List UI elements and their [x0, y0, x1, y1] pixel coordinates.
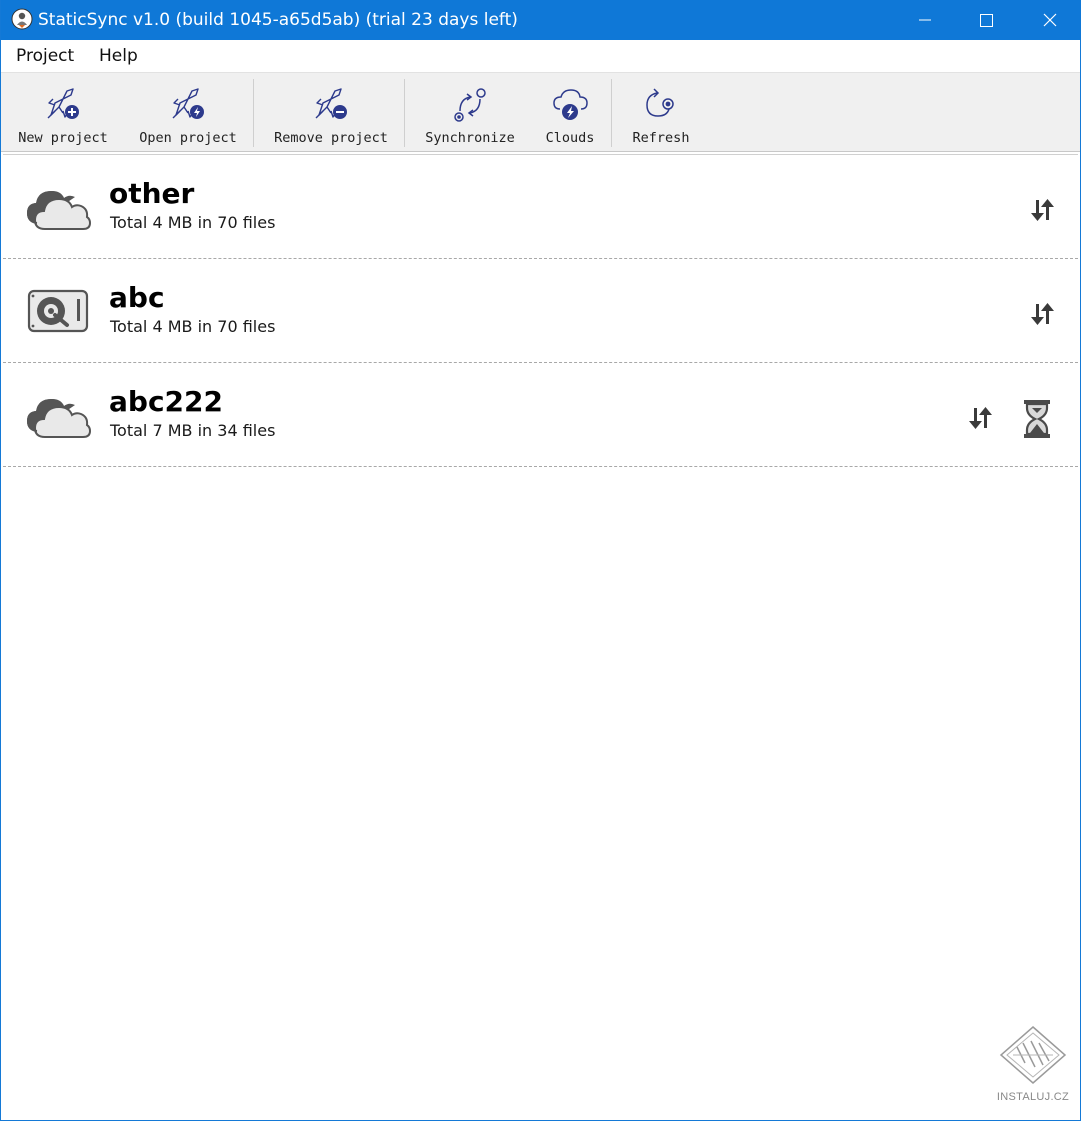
watermark-logo-icon	[999, 1026, 1067, 1084]
maximize-icon	[980, 14, 993, 27]
synchronize-icon	[454, 88, 486, 122]
sync-arrows-icon[interactable]	[969, 405, 993, 431]
menu-bar: Project Help	[1, 40, 1080, 72]
app-window: StaticSync v1.0 (build 1045-a65d5ab) (tr…	[0, 0, 1081, 1121]
close-button[interactable]	[1019, 0, 1081, 40]
refresh-icon	[646, 88, 674, 117]
window-title: StaticSync v1.0 (build 1045-a65d5ab) (tr…	[38, 10, 518, 30]
maximize-button[interactable]	[956, 0, 1018, 40]
toolbar-separator	[611, 79, 612, 147]
watermark-text: INSTALUJ.CZ	[996, 1091, 1070, 1103]
rocket-plus-icon	[47, 88, 79, 119]
app-logo-icon	[11, 8, 33, 30]
cloud-bolt-icon	[553, 89, 588, 120]
project-name: other	[109, 177, 195, 210]
refresh-button[interactable]: Refresh	[623, 73, 699, 151]
clouds-button[interactable]: Clouds	[537, 73, 603, 151]
toolbar: New project Open project Remove project …	[1, 72, 1080, 152]
hourglass-icon	[1024, 400, 1050, 438]
open-project-button[interactable]: Open project	[133, 73, 243, 151]
synchronize-label: Synchronize	[425, 130, 515, 146]
close-icon	[1043, 13, 1057, 27]
menu-help[interactable]: Help	[99, 45, 138, 67]
minimize-icon	[919, 19, 931, 21]
remove-project-button[interactable]: Remove project	[267, 73, 395, 151]
new-project-label: New project	[18, 130, 108, 146]
minimize-button[interactable]	[894, 0, 956, 40]
rocket-minus-icon	[315, 88, 347, 119]
hard-drive-icon	[27, 289, 89, 333]
project-name: abc222	[109, 385, 223, 418]
new-project-button[interactable]: New project	[11, 73, 115, 151]
sync-arrows-icon[interactable]	[1031, 197, 1055, 223]
menu-project[interactable]: Project	[16, 45, 74, 67]
title-bar[interactable]: StaticSync v1.0 (build 1045-a65d5ab) (tr…	[1, 0, 1081, 40]
clouds-label: Clouds	[545, 130, 595, 146]
refresh-label: Refresh	[632, 130, 690, 146]
project-list: other Total 4 MB in 70 files abc Total 4…	[3, 154, 1078, 1120]
project-row-other[interactable]: other Total 4 MB in 70 files	[3, 155, 1078, 259]
project-stats: Total 4 MB in 70 files	[110, 213, 276, 232]
project-name: abc	[109, 281, 165, 314]
project-stats: Total 4 MB in 70 files	[110, 317, 276, 336]
project-stats: Total 7 MB in 34 files	[110, 421, 276, 440]
watermark: INSTALUJ.CZ	[993, 1025, 1073, 1103]
sync-arrows-icon[interactable]	[1031, 301, 1055, 327]
project-row-abc[interactable]: abc Total 4 MB in 70 files	[3, 259, 1078, 363]
toolbar-separator	[404, 79, 405, 147]
project-row-abc222[interactable]: abc222 Total 7 MB in 34 files	[3, 363, 1078, 467]
open-project-label: Open project	[139, 130, 237, 146]
cloud-icon	[26, 398, 91, 438]
cloud-icon	[26, 190, 91, 230]
rocket-bolt-icon	[172, 88, 204, 119]
remove-project-label: Remove project	[274, 130, 388, 146]
synchronize-button[interactable]: Synchronize	[419, 73, 521, 151]
toolbar-separator	[253, 79, 254, 147]
